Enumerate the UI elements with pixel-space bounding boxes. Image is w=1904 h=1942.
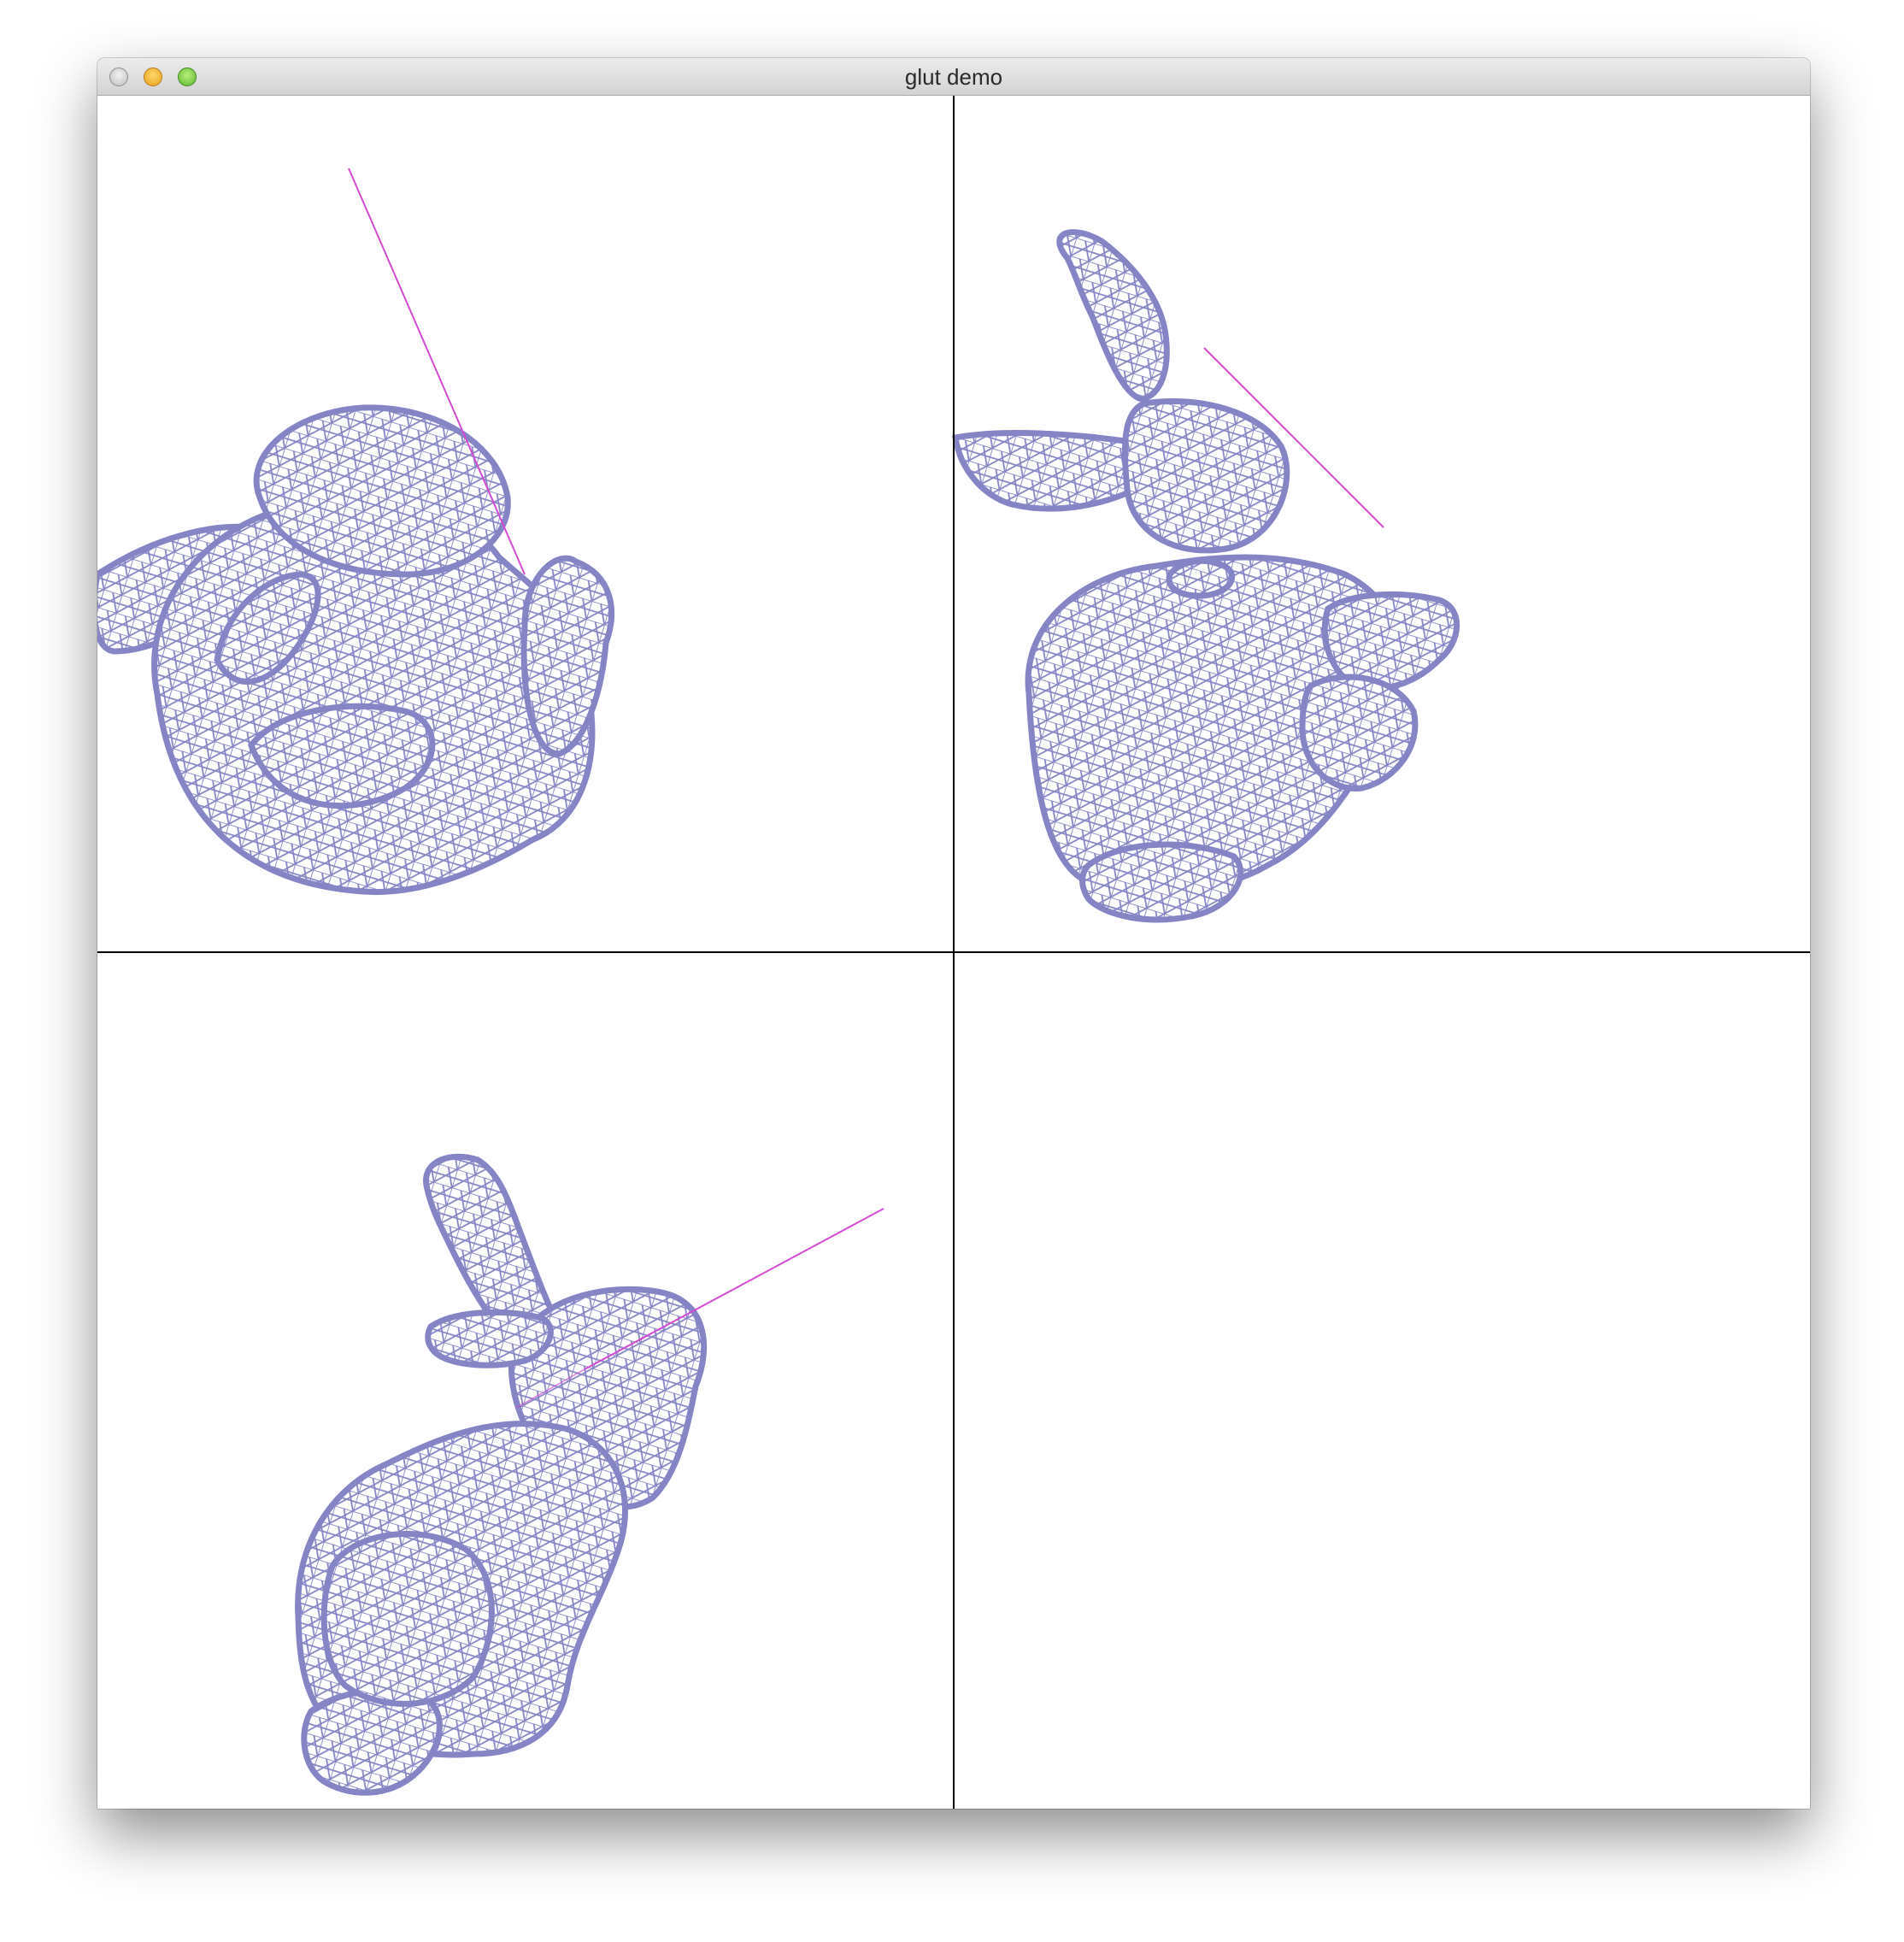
viewport-bottom-left <box>295 1153 884 1796</box>
app-window: glut demo <box>97 58 1810 1809</box>
render-surface <box>97 96 1810 1809</box>
wireframe-bunny-mesh <box>952 229 1460 923</box>
window-title: glut demo <box>904 64 1003 90</box>
wireframe-bunny-mesh <box>295 1153 708 1796</box>
wireframe-bunny-mesh <box>97 404 614 896</box>
gl-canvas[interactable] <box>97 96 1810 1809</box>
title-bar[interactable]: glut demo <box>97 58 1810 96</box>
viewport-top-left <box>97 168 614 896</box>
viewport-top-right <box>952 229 1460 923</box>
